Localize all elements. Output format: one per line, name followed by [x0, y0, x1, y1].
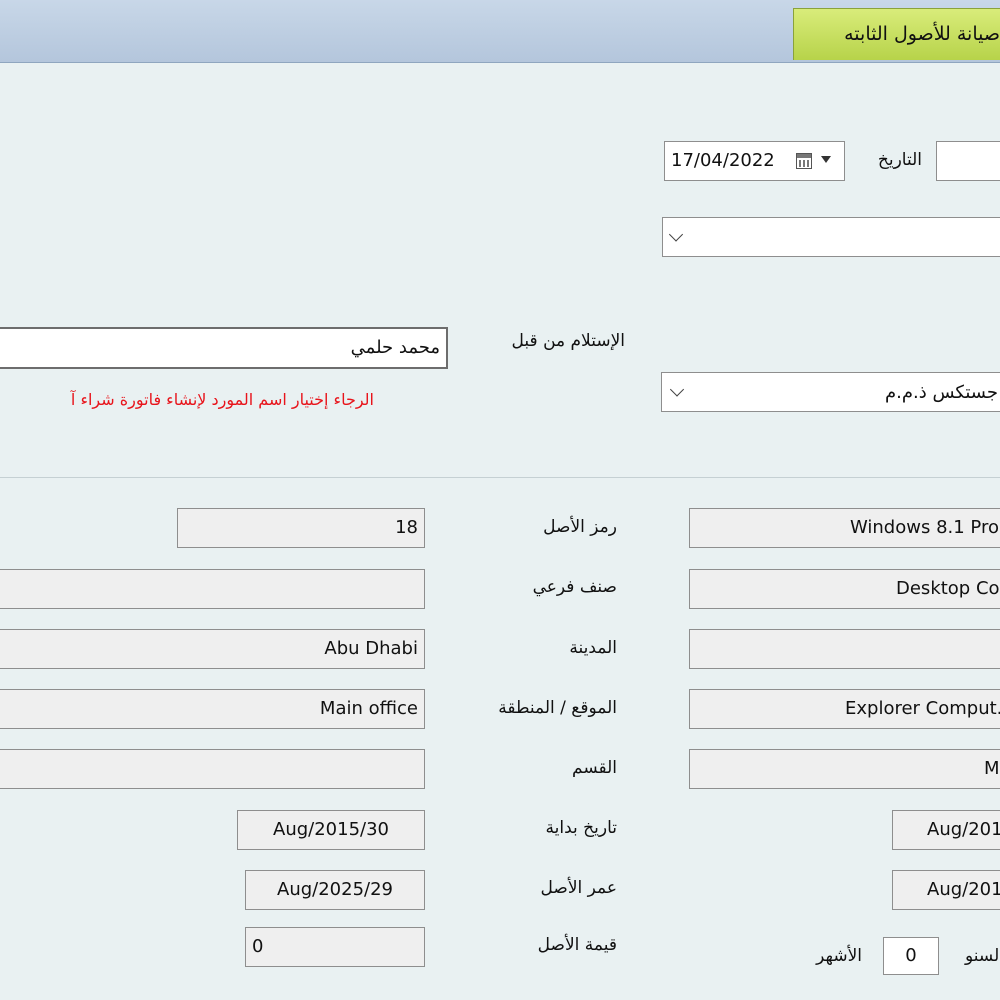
- date-label: التاريخ: [877, 150, 922, 170]
- section-divider: [0, 477, 1000, 478]
- start-date-field: Aug/2015/30: [237, 810, 425, 850]
- received-by-input[interactable]: محمد حلمي: [0, 327, 448, 369]
- asset-value-label: قيمة الأصل: [537, 935, 617, 955]
- asset-vendor-field: Explorer Comput.: [689, 689, 1000, 729]
- city-field: Abu Dhabi: [0, 629, 425, 669]
- asset-value-field: 0: [245, 927, 425, 967]
- calendar-icon[interactable]: [796, 153, 812, 169]
- asset-code-field: 18: [177, 508, 425, 548]
- tab-label: صيانة للأصول الثابته: [844, 23, 1000, 45]
- supplier-warning-text: الرجاء إختيار اسم المورد لإنشاء فاتورة ش…: [70, 390, 374, 409]
- asset-name-field: Windows 8.1 Pro: [689, 508, 1000, 548]
- asset-dept-field: M: [689, 749, 1000, 789]
- date-picker[interactable]: 17/04/2022: [664, 141, 845, 181]
- supplier-value: جستكس ذ.م.م: [885, 382, 998, 403]
- purchase-date-field: Aug/201: [892, 810, 1000, 850]
- asset-code-label: رمز الأصل: [543, 517, 617, 537]
- location-label: الموقع / المنطقة: [498, 698, 617, 718]
- asset-life-label: عمر الأصل: [540, 878, 617, 898]
- warranty-date-field: Aug/201: [892, 870, 1000, 910]
- asset-city-field: [689, 629, 1000, 669]
- department-label: القسم: [572, 758, 617, 778]
- dropdown-arrow-icon[interactable]: [821, 156, 831, 163]
- tab-fixed-asset-maintenance[interactable]: صيانة للأصول الثابته: [793, 8, 1000, 60]
- city-label: المدينة: [569, 638, 617, 658]
- department-field: [0, 749, 425, 789]
- chevron-down-icon: [669, 382, 685, 397]
- months-input[interactable]: 0: [883, 937, 939, 975]
- date-value: 17/04/2022: [671, 150, 775, 171]
- chevron-down-icon: [668, 227, 684, 242]
- document-number-input[interactable]: [936, 141, 1000, 181]
- months-label: الأشهر: [816, 946, 862, 966]
- subclass-label: صنف فرعي: [532, 577, 617, 597]
- received-by-label: الإستلام من قبل: [511, 331, 625, 351]
- type-dropdown[interactable]: [662, 217, 1000, 257]
- subclass-field: [0, 569, 425, 609]
- asset-class-field: Desktop Co: [689, 569, 1000, 609]
- asset-life-field: Aug/2025/29: [245, 870, 425, 910]
- start-date-label: تاريخ بداية: [545, 818, 617, 838]
- years-label: السنو: [965, 946, 1000, 966]
- location-field: Main office: [0, 689, 425, 729]
- supplier-dropdown[interactable]: جستكس ذ.م.م: [661, 372, 1000, 412]
